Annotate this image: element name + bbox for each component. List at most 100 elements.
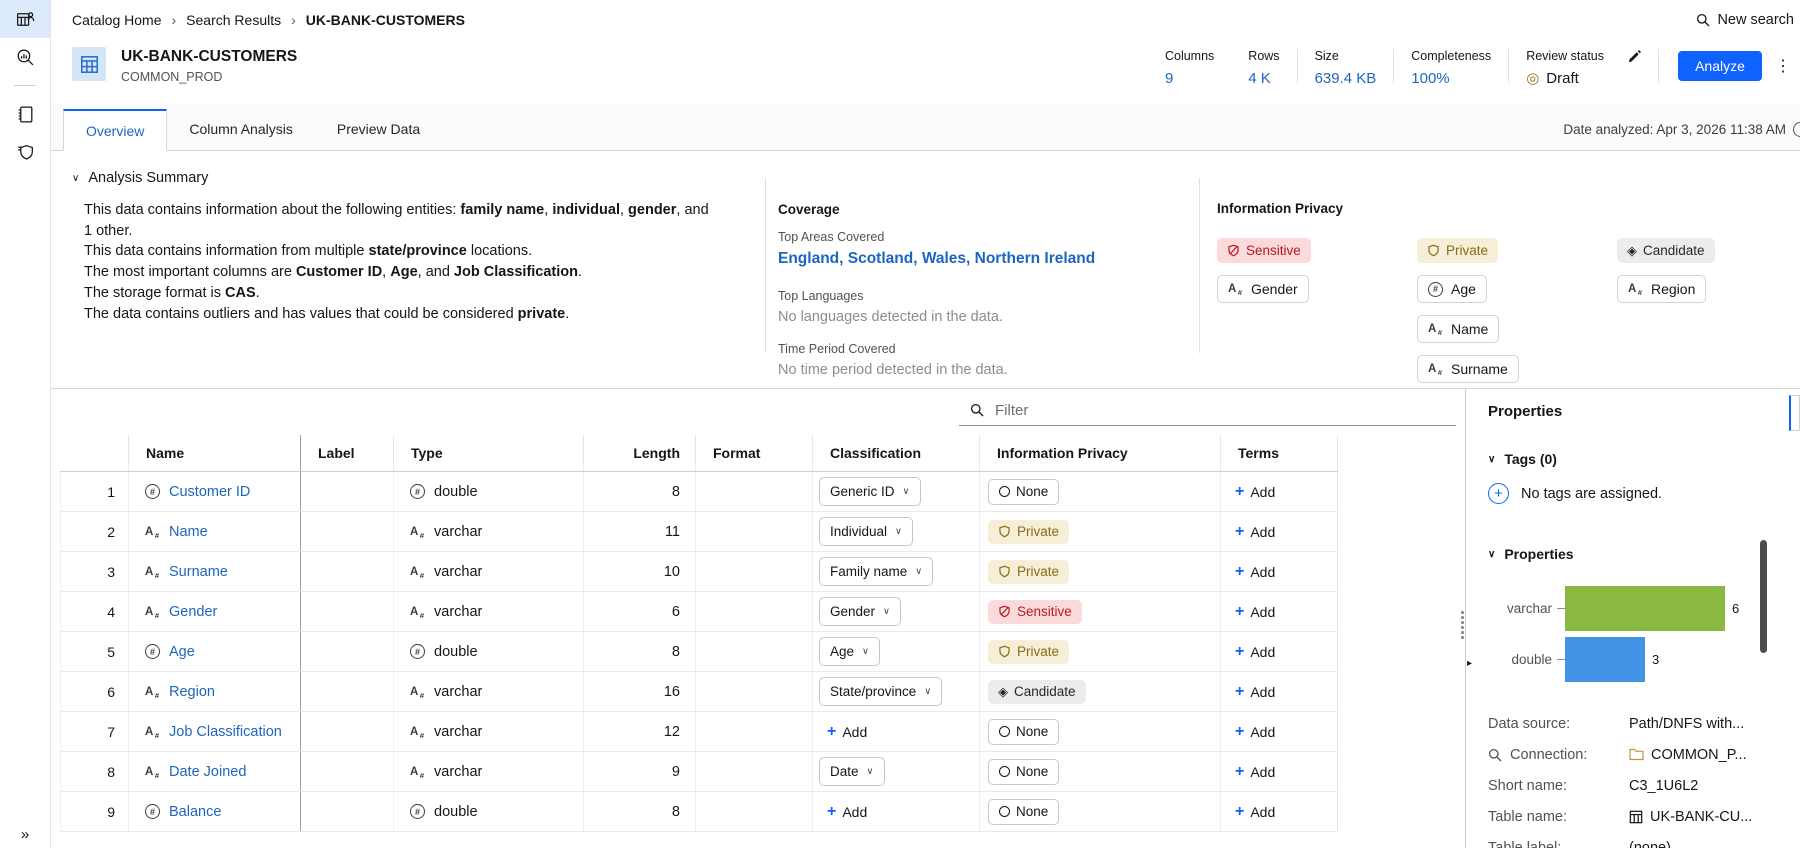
panel-drag-handle[interactable]	[1461, 610, 1464, 640]
row-number-cell: 8	[60, 751, 129, 792]
length-cell: 6	[583, 591, 696, 632]
column-name-link[interactable]: A # Region	[129, 684, 300, 700]
privacy-badge-candidate[interactable]: ◈ Candidate	[988, 679, 1086, 704]
plus-icon: +	[1235, 682, 1245, 700]
refresh-icon[interactable]	[1793, 122, 1800, 137]
classification-cell: + Add	[812, 711, 980, 752]
classification-value: Individual	[830, 524, 888, 539]
plus-icon: +	[1235, 642, 1245, 660]
classification-value: Age	[830, 644, 855, 659]
name-cell: A # Job Classification	[128, 711, 301, 752]
terms-add-button[interactable]: + Add	[1235, 763, 1275, 780]
column-name-link[interactable]: A # Name	[129, 524, 300, 540]
breadcrumb-item[interactable]: Catalog Home	[72, 12, 162, 28]
type-cell: A # varchar	[393, 671, 584, 712]
column-name-link[interactable]: A # Gender	[129, 604, 300, 620]
chip-label: Gender	[1251, 281, 1298, 297]
plus-icon: +	[1235, 562, 1245, 580]
classification-select[interactable]: Family name ∨	[819, 557, 934, 586]
column-name-link[interactable]: A # Surname	[129, 564, 300, 580]
notebook-icon	[15, 104, 36, 125]
asset-title: UK-BANK-CUSTOMERS	[121, 48, 298, 65]
format-cell	[695, 751, 813, 792]
column-name-label: Age	[169, 643, 195, 660]
string-type-icon: A #	[410, 525, 424, 540]
column-name-link[interactable]: # Balance	[129, 804, 300, 820]
terms-add-button[interactable]: + Add	[1235, 682, 1275, 700]
sidebar-item-search-insights[interactable]	[0, 38, 50, 76]
chip-label: Name	[1451, 321, 1489, 337]
classification-select[interactable]: Generic ID ∨	[819, 477, 921, 506]
classification-add-button[interactable]: + Add	[827, 722, 867, 740]
terms-add-button[interactable]: + Add	[1235, 723, 1275, 740]
classification-cell: Individual ∨	[812, 511, 980, 552]
column-name-link[interactable]: A # Date Joined	[129, 764, 300, 780]
privacy-term-chip-name: A # Name	[1417, 315, 1500, 343]
classification-cell: Family name ∨	[812, 551, 980, 592]
table-icon	[80, 55, 99, 74]
privacy-badge-label: Candidate	[1643, 243, 1705, 258]
privacy-badge-sensitive[interactable]: Sensitive	[988, 599, 1082, 624]
privacy-badge-private[interactable]: Private	[988, 519, 1070, 544]
add-tag-icon[interactable]: +	[1488, 483, 1509, 504]
type-cell: # double	[393, 791, 584, 832]
panel-toggle[interactable]	[1789, 395, 1800, 431]
column-name-link[interactable]: # Customer ID	[129, 484, 300, 500]
sidebar-item-governance-shield[interactable]	[0, 133, 50, 171]
privacy-badge-private[interactable]: Private	[988, 559, 1070, 584]
classification-select[interactable]: Gender ∨	[819, 597, 901, 626]
sidebar-item-catalog[interactable]	[0, 0, 50, 38]
tab-preview-data[interactable]: Preview Data	[315, 109, 442, 148]
tags-section-toggle[interactable]: ∨ Tags (0)	[1488, 451, 1800, 467]
tags-section-title: Tags (0)	[1504, 451, 1557, 467]
left-nav-rail: »	[0, 0, 51, 848]
terms-add-button[interactable]: + Add	[1235, 562, 1275, 580]
collapse-panel-icon[interactable]: ▸	[1467, 658, 1472, 669]
filter-input[interactable]	[993, 400, 1456, 420]
classification-add-button[interactable]: + Add	[827, 803, 867, 820]
sidebar-item-notebook[interactable]	[0, 95, 50, 133]
tab-column-analysis[interactable]: Column Analysis	[167, 109, 315, 148]
column-name-link[interactable]: # Age	[129, 644, 300, 660]
new-search-button[interactable]: New search	[1696, 0, 1794, 40]
terms-add-button[interactable]: + Add	[1235, 603, 1275, 620]
none-ring-icon	[999, 486, 1010, 497]
privacy-badge-none[interactable]: None	[988, 718, 1060, 745]
summary-line: 1 other.	[84, 222, 133, 239]
privacy-badge-private[interactable]: Private	[988, 639, 1070, 664]
column-name-link[interactable]: A # Job Classification	[129, 724, 300, 740]
properties-section-toggle[interactable]: ∨ Properties	[1488, 546, 1800, 562]
edit-review-status-icon[interactable]	[1628, 49, 1641, 63]
analyze-button[interactable]: Analyze	[1678, 51, 1762, 81]
tags-empty-row: + No tags are assigned.	[1488, 483, 1800, 504]
classification-select[interactable]: State/province ∨	[819, 677, 943, 706]
privacy-badge-none[interactable]: None	[988, 798, 1060, 825]
overflow-menu-icon[interactable]: ⋮	[1771, 56, 1795, 76]
classification-select[interactable]: Age ∨	[819, 637, 880, 666]
areas-value[interactable]: England, Scotland, Wales, Northern Irela…	[778, 250, 1178, 268]
terms-add-button[interactable]: + Add	[1235, 642, 1275, 660]
classification-select[interactable]: Date ∨	[819, 757, 885, 786]
type-cell: A # varchar	[393, 711, 584, 752]
classification-select[interactable]: Individual ∨	[819, 517, 914, 546]
chart-value-label: 3	[1652, 652, 1660, 667]
expand-sidebar-button[interactable]: »	[0, 826, 50, 843]
plus-icon: +	[827, 722, 837, 740]
review-status-value: Draft	[1546, 70, 1579, 87]
string-type-icon: A #	[145, 605, 159, 620]
privacy-badge-none[interactable]: None	[988, 478, 1060, 505]
panel-scrollbar[interactable]	[1760, 540, 1767, 653]
stat-label: Columns	[1164, 49, 1215, 63]
terms-add-button[interactable]: + Add	[1235, 803, 1275, 820]
summary-line: The storage format is CAS.	[84, 284, 260, 301]
analysis-summary-toggle[interactable]: ∨ Analysis Summary	[72, 170, 208, 186]
terms-add-button[interactable]: + Add	[1235, 483, 1275, 500]
name-cell: A # Name	[128, 511, 301, 552]
coverage-section: Coverage Top Areas Covered England, Scot…	[778, 202, 1178, 395]
terms-add-button[interactable]: + Add	[1235, 523, 1275, 540]
analysis-summary-text: This data contains information about the…	[84, 200, 764, 324]
privacy-badge-none[interactable]: None	[988, 758, 1060, 785]
tab-overview[interactable]: Overview	[63, 109, 168, 151]
chevron-down-icon: ∨	[862, 646, 869, 657]
breadcrumb-item[interactable]: Search Results	[186, 12, 281, 28]
